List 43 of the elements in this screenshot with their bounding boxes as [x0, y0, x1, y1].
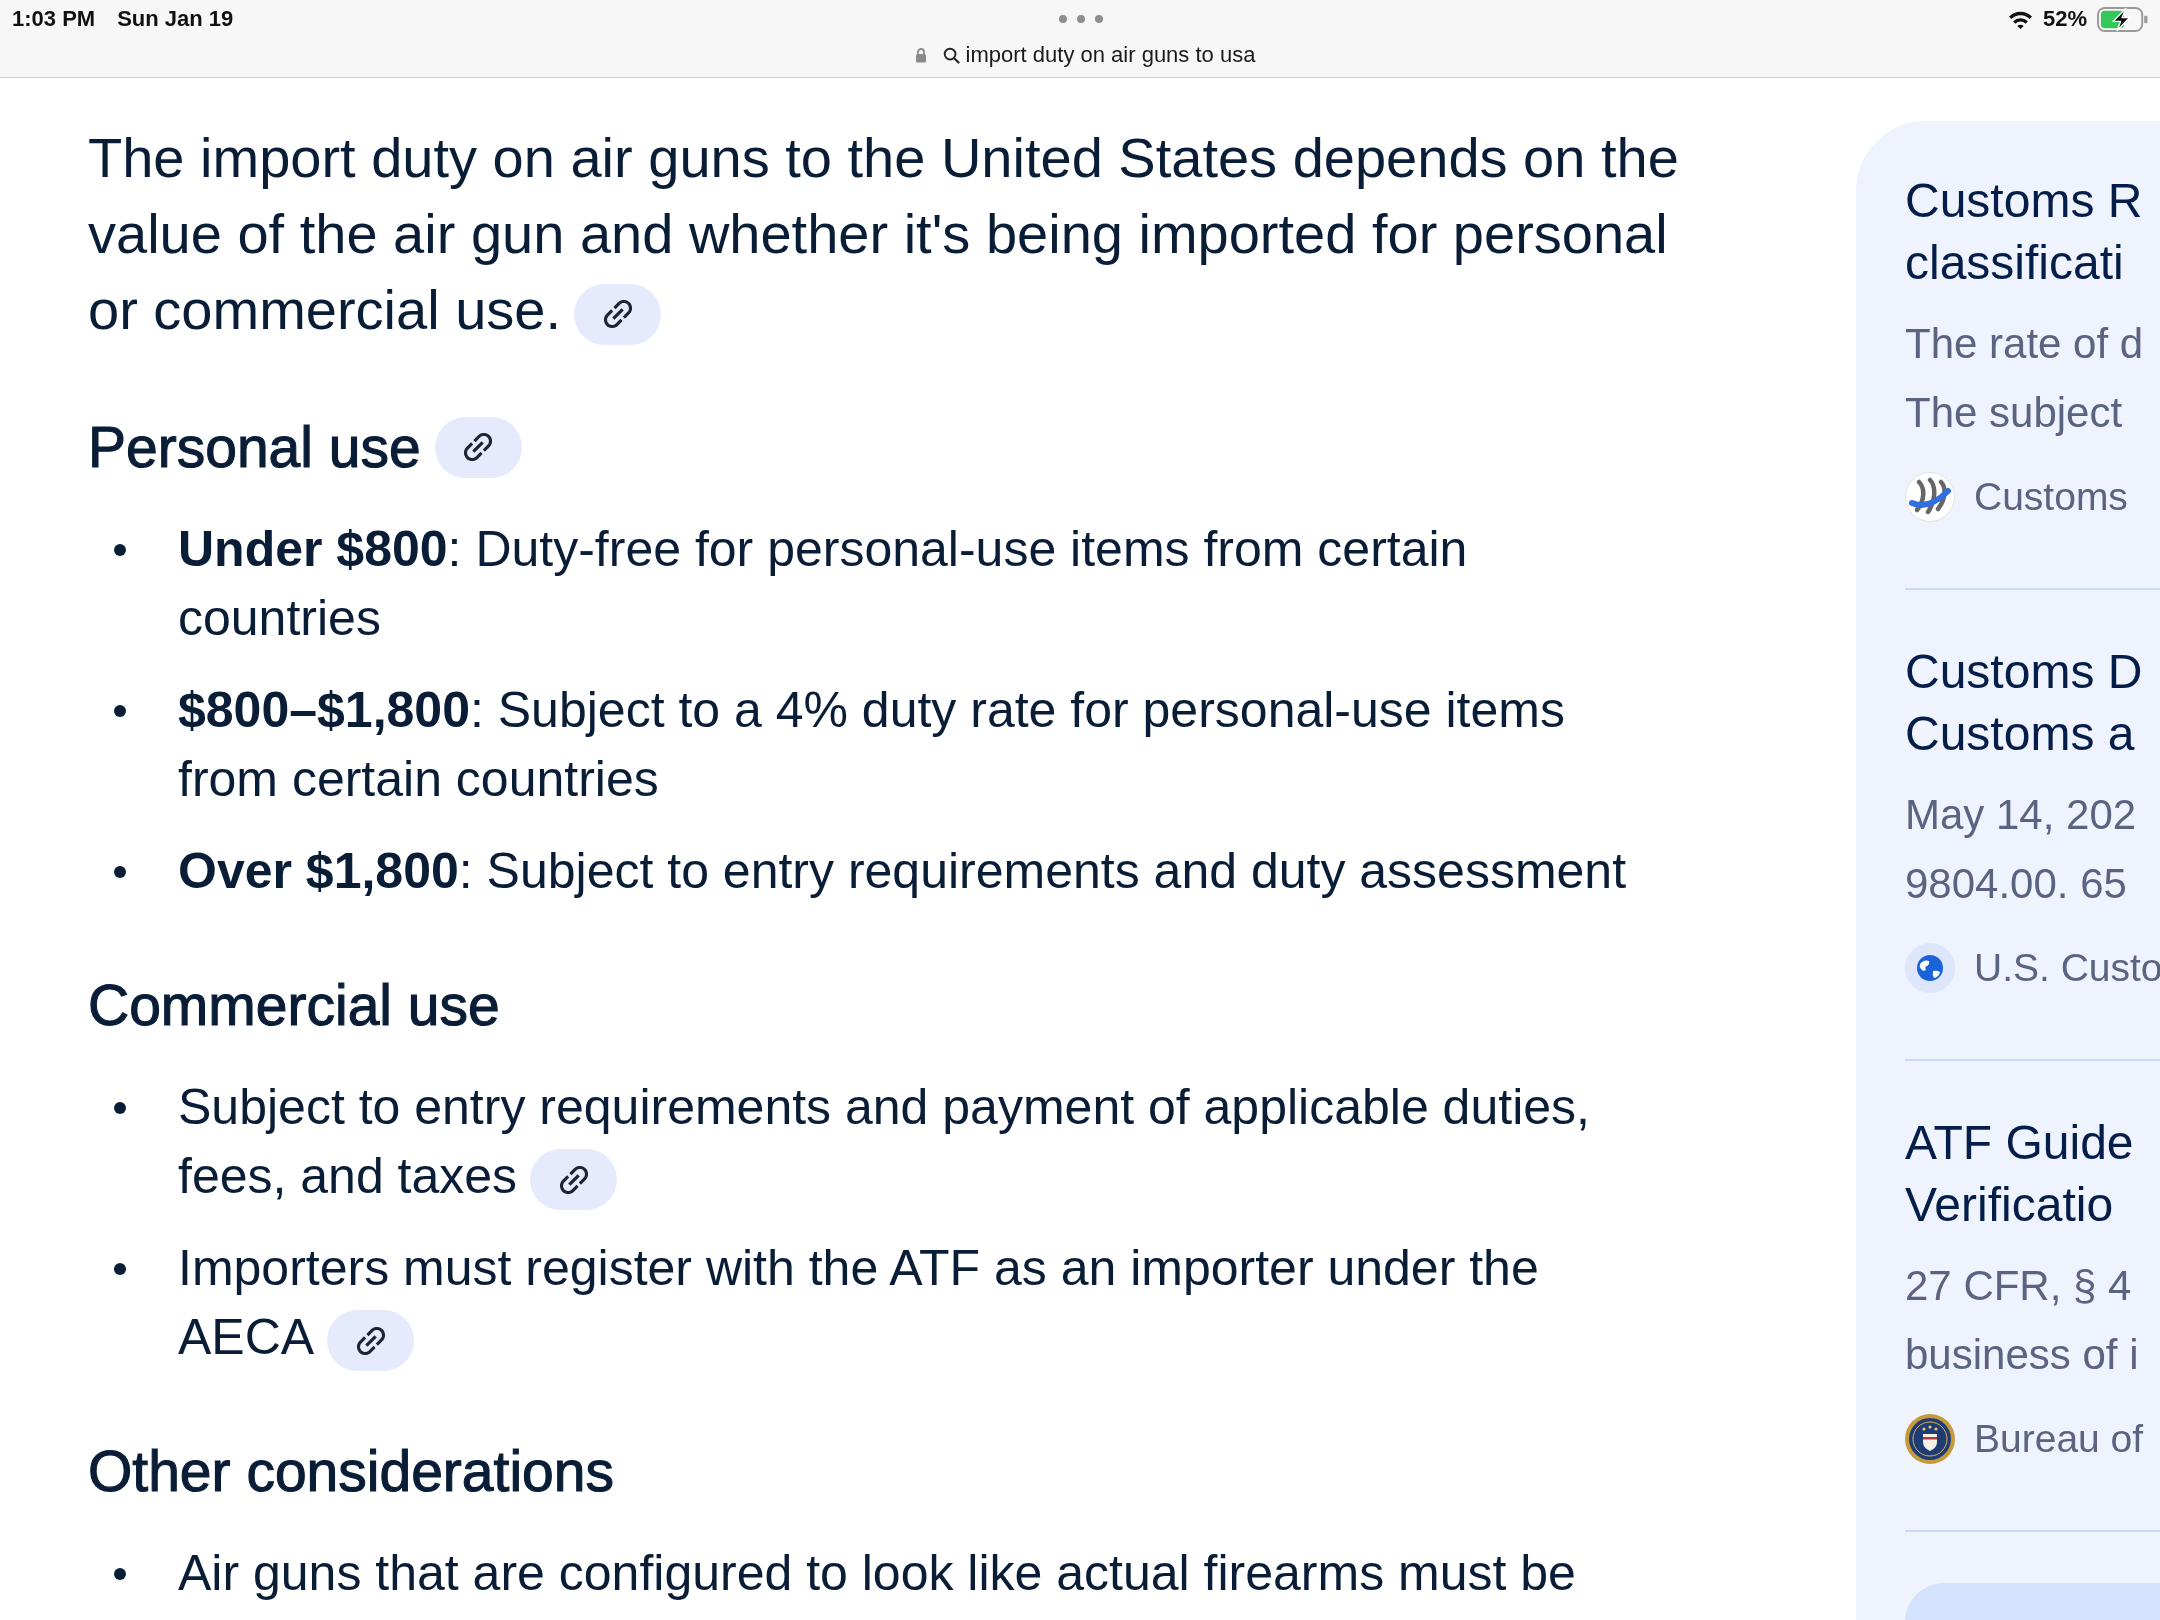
link-icon	[603, 300, 632, 329]
bullet-icon	[114, 1568, 126, 1580]
section-heading: Commercial use	[88, 972, 500, 1038]
seal-icon	[1905, 1414, 1955, 1464]
status-time: 1:03 PM	[12, 6, 96, 32]
wifi-icon	[2007, 9, 2033, 29]
bullet-text: $800–$1,800: Subject to a 4% duty rate for personal-use items from certain countries	[178, 682, 1565, 807]
section-heading: Other considerations	[88, 1438, 614, 1504]
result-snippet: 27 CFR, § 4	[1905, 1261, 2133, 1311]
result-snippet: The rate of d	[1905, 319, 2145, 369]
bullet-text: Over $1,800: Subject to entry requirements and duty assessment	[178, 843, 1627, 899]
status-date: Sun Jan 19	[117, 6, 234, 32]
bullet-text: Under $800: Duty-free for personal-use items from certain countries	[178, 521, 1468, 646]
bullet-icon	[114, 705, 126, 717]
globe-icon	[1905, 943, 1955, 993]
search-icon	[942, 46, 960, 64]
result-title[interactable]: Customs a	[1905, 703, 2160, 765]
swoosh-logo-icon	[1905, 472, 1955, 522]
more-dots-icon[interactable]	[1057, 14, 1104, 24]
battery-percent: 52%	[2042, 6, 2087, 32]
result-title[interactable]: Verificatio	[1905, 1174, 2160, 1236]
bullet-icon	[114, 1263, 126, 1275]
result-title[interactable]: classificati	[1905, 232, 2160, 294]
source-name: Customs	[1974, 475, 2128, 519]
source-name: Bureau of	[1974, 1417, 2144, 1461]
section-heading: Personal use	[88, 414, 421, 480]
result-title[interactable]: Customs R	[1905, 170, 2160, 232]
result-snippet: May 14, 202	[1905, 790, 2138, 840]
bullet-text: Air guns that are configured to look like actual firearms must be	[178, 1545, 1576, 1601]
result-title[interactable]: Customs D	[1905, 641, 2160, 703]
lock-icon	[914, 47, 927, 63]
bullet-icon	[114, 1102, 126, 1114]
result-snippet: business of i	[1905, 1330, 2140, 1380]
source-name: U.S. Custo	[1974, 946, 2160, 990]
result-snippet: 9804.00. 65	[1905, 859, 2128, 909]
link-icon	[464, 433, 493, 461]
bullet-icon	[114, 866, 126, 878]
address-text[interactable]: import duty on air guns to usa	[965, 42, 1256, 68]
bullet-icon	[114, 544, 126, 556]
link-icon	[559, 1165, 588, 1194]
link-icon	[356, 1326, 385, 1355]
result-title[interactable]: ATF Guide	[1905, 1112, 2160, 1174]
result-snippet: The subject	[1905, 388, 2124, 438]
